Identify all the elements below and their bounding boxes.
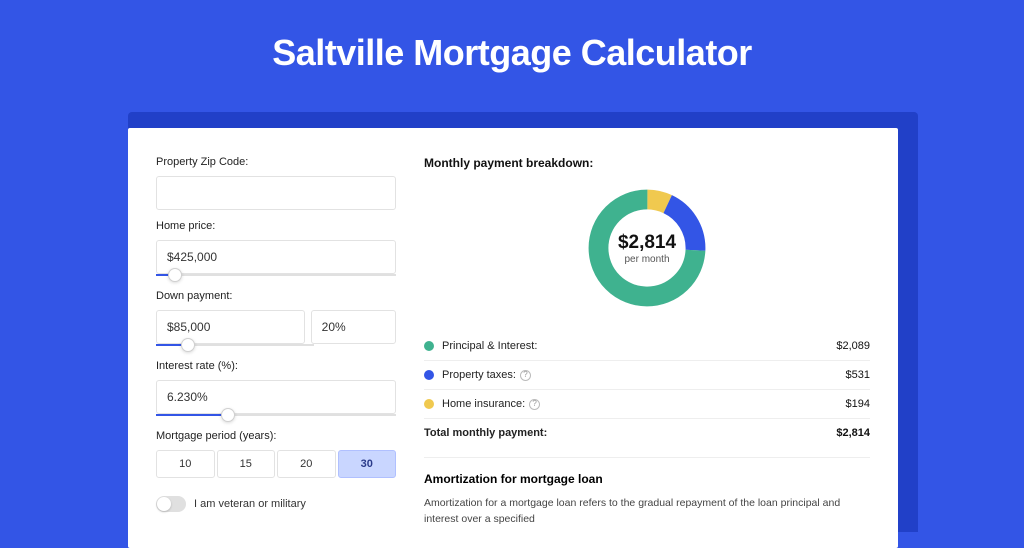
total-row: Total monthly payment: $2,814: [424, 419, 870, 447]
legend-row: Property taxes:?$531: [424, 361, 870, 390]
zip-label: Property Zip Code:: [156, 156, 396, 168]
slider-thumb[interactable]: [168, 268, 182, 282]
donut-sub: per month: [624, 254, 669, 265]
legend-row: Principal & Interest:$2,089: [424, 332, 870, 361]
home-price-field: Home price:: [156, 220, 396, 276]
donut-amount: $2,814: [618, 232, 676, 254]
page-title: Saltville Mortgage Calculator: [0, 0, 1024, 94]
legend-value: $531: [846, 369, 870, 381]
veteran-toggle[interactable]: [156, 496, 186, 512]
period-option-10[interactable]: 10: [156, 450, 215, 478]
zip-field: Property Zip Code:: [156, 156, 396, 210]
mortgage-period-field: Mortgage period (years): 10152030: [156, 430, 396, 478]
legend-row: Home insurance:?$194: [424, 390, 870, 419]
period-option-20[interactable]: 20: [277, 450, 336, 478]
amortization-block: Amortization for mortgage loan Amortizat…: [424, 457, 870, 528]
info-icon[interactable]: ?: [529, 399, 540, 410]
breakdown-panel: Monthly payment breakdown: $2,814 per mo…: [424, 156, 870, 528]
down-payment-field: Down payment:: [156, 290, 396, 346]
legend: Principal & Interest:$2,089Property taxe…: [424, 332, 870, 419]
legend-dot: [424, 370, 434, 380]
interest-rate-label: Interest rate (%):: [156, 360, 396, 372]
legend-label: Property taxes:?: [442, 369, 846, 381]
period-option-15[interactable]: 15: [217, 450, 276, 478]
legend-value: $2,089: [836, 340, 870, 352]
info-icon[interactable]: ?: [520, 370, 531, 381]
legend-dot: [424, 399, 434, 409]
slider-thumb[interactable]: [181, 338, 195, 352]
down-payment-pct-input[interactable]: [311, 310, 396, 344]
total-value: $2,814: [836, 427, 870, 439]
donut-chart-wrap: $2,814 per month: [424, 184, 870, 312]
interest-rate-input[interactable]: [156, 380, 396, 414]
veteran-label: I am veteran or military: [194, 498, 306, 510]
donut-center: $2,814 per month: [583, 184, 711, 312]
toggle-knob: [157, 497, 171, 511]
interest-rate-slider[interactable]: [156, 414, 396, 416]
mortgage-period-label: Mortgage period (years):: [156, 430, 396, 442]
home-price-input[interactable]: [156, 240, 396, 274]
amortization-heading: Amortization for mortgage loan: [424, 472, 870, 486]
breakdown-heading: Monthly payment breakdown:: [424, 156, 870, 170]
legend-dot: [424, 341, 434, 351]
calculator-card: Property Zip Code: Home price: Down paym…: [128, 128, 898, 548]
total-label: Total monthly payment:: [424, 427, 836, 439]
legend-label: Home insurance:?: [442, 398, 846, 410]
down-payment-label: Down payment:: [156, 290, 396, 302]
legend-label: Principal & Interest:: [442, 340, 836, 352]
slider-thumb[interactable]: [221, 408, 235, 422]
period-option-30[interactable]: 30: [338, 450, 397, 478]
down-payment-input[interactable]: [156, 310, 305, 344]
home-price-slider[interactable]: [156, 274, 396, 276]
interest-rate-field: Interest rate (%):: [156, 360, 396, 416]
zip-input[interactable]: [156, 176, 396, 210]
legend-value: $194: [846, 398, 870, 410]
veteran-toggle-row: I am veteran or military: [156, 496, 396, 512]
down-payment-slider[interactable]: [156, 344, 314, 346]
donut-chart: $2,814 per month: [583, 184, 711, 312]
home-price-label: Home price:: [156, 220, 396, 232]
input-panel: Property Zip Code: Home price: Down paym…: [156, 156, 396, 528]
